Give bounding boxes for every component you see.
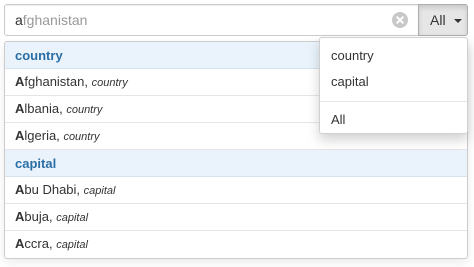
group-header-capital: capital [5,150,467,177]
clear-icon[interactable] [392,12,408,28]
result-name: fghanistan, [24,74,88,89]
scope-option-capital[interactable]: capital [320,69,467,95]
search-typed-text: a [15,12,23,28]
result-item[interactable]: Abuja, capital [5,204,467,231]
scope-dropdown-button[interactable]: All [418,4,468,36]
scope-dropdown-menu: country capital All [319,37,468,134]
menu-divider [320,101,467,102]
caret-down-icon [454,19,462,23]
result-type: country [63,131,100,143]
result-name: buja, [24,209,53,224]
result-name: bu Dhabi, [24,182,81,197]
result-match: A [15,74,25,89]
result-match: A [15,236,25,251]
result-item[interactable]: Accra, capital [5,231,467,258]
result-name: lbania, [24,101,63,116]
result-type: capital [56,212,89,224]
result-match: A [15,182,25,197]
result-name: lgeria, [24,128,60,143]
result-type: country [66,104,103,116]
search-group: afghanistan All [4,4,468,36]
result-type: capital [56,239,88,251]
result-name: ccra, [24,236,53,251]
result-type: capital [83,185,116,197]
scope-option-country[interactable]: country [320,43,467,69]
search-input[interactable]: afghanistan [4,4,418,36]
search-autocomplete-hint: fghanistan [22,12,88,28]
result-item[interactable]: Abu Dhabi, capital [5,177,467,204]
scope-selected-label: All [430,12,446,28]
result-match: A [15,209,25,224]
result-match: A [15,128,25,143]
result-type: country [91,77,128,89]
scope-option-all[interactable]: All [320,107,467,133]
result-match: A [15,101,25,116]
